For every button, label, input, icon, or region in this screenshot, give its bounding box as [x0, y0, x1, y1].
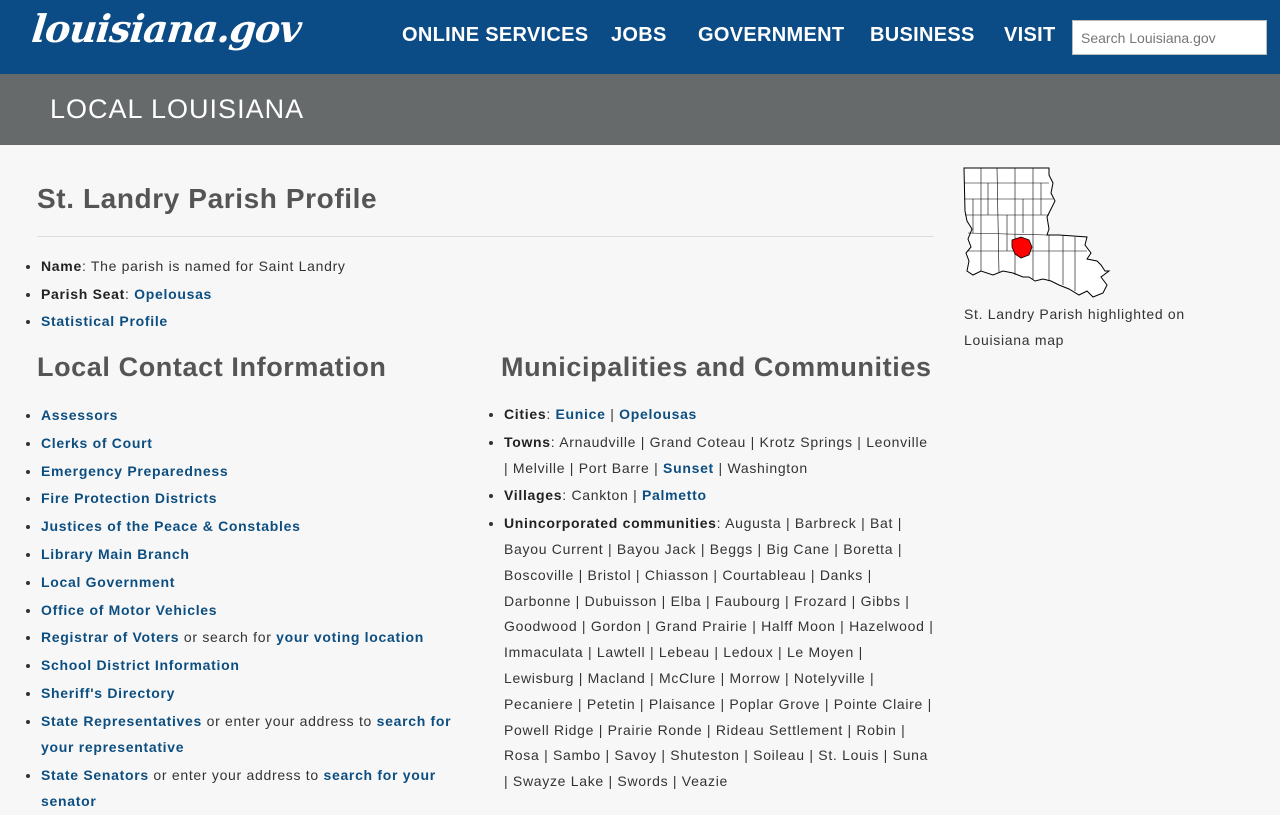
state-reps-link[interactable]: State Representatives	[41, 713, 202, 729]
registrar-link[interactable]: Registrar of Voters	[41, 629, 179, 645]
list-item: Emergency Preparedness	[41, 458, 461, 484]
city-link-opelousas[interactable]: Opelousas	[619, 406, 697, 422]
nav-visit[interactable]: VISIT	[1004, 24, 1056, 47]
registrar-text: or search for	[179, 629, 277, 646]
city-link-eunice[interactable]: Eunice	[556, 406, 606, 422]
site-header: louisiana.gov ONLINE SERVICES JOBS GOVER…	[0, 0, 1280, 74]
village-link-palmetto[interactable]: Palmetto	[642, 487, 707, 503]
parish-seat-link[interactable]: Opelousas	[134, 286, 212, 302]
fire-protection-link[interactable]: Fire Protection Districts	[41, 490, 217, 506]
local-government-link[interactable]: Local Government	[41, 574, 175, 590]
unincorporated-text: : Augusta | Barbreck | Bat | Bayou Curre…	[504, 515, 934, 790]
list-item: Library Main Branch	[41, 541, 461, 567]
profile-list: Name: The parish is named for Saint Land…	[21, 253, 921, 336]
search-input[interactable]	[1072, 20, 1267, 55]
list-item: School District Information	[41, 652, 461, 678]
assessors-link[interactable]: Assessors	[41, 407, 118, 423]
louisiana-map-image	[963, 167, 1111, 298]
library-link[interactable]: Library Main Branch	[41, 546, 190, 562]
state-senators-text: or enter your address to	[148, 766, 324, 783]
list-item: Clerks of Court	[41, 430, 461, 456]
statistical-profile-link[interactable]: Statistical Profile	[41, 313, 168, 329]
section-band: LOCAL LOUISIANA	[0, 74, 1280, 145]
state-senators-link[interactable]: State Senators	[41, 767, 149, 783]
list-item: State Senators or enter your address to …	[41, 762, 461, 814]
main-content: St. Landry Parish Profile Name: The pari…	[0, 145, 1280, 809]
louisiana-map	[963, 167, 1115, 300]
town-link-sunset[interactable]: Sunset	[663, 460, 714, 476]
unincorporated-label: Unincorporated communities	[504, 515, 717, 532]
municipalities-heading: Municipalities and Communities	[501, 352, 932, 382]
divider	[37, 236, 934, 237]
list-item: Office of Motor Vehicles	[41, 597, 461, 623]
map-caption: St. Landry Parish highlighted on Louisia…	[964, 306, 1185, 348]
sheriff-link[interactable]: Sheriff's Directory	[41, 685, 175, 701]
clerks-of-court-link[interactable]: Clerks of Court	[41, 435, 153, 451]
list-item: State Representatives or enter your addr…	[41, 708, 461, 760]
list-item: Name: The parish is named for Saint Land…	[41, 253, 921, 281]
list-item: Assessors	[41, 402, 461, 428]
louisiana-gov-logo[interactable]: louisiana.gov	[30, 6, 304, 51]
list-item: Local Government	[41, 569, 461, 595]
name-value: : The parish is named for Saint Landry	[81, 258, 346, 274]
villages-text: : Cankton |	[562, 487, 643, 504]
justices-of-peace-link[interactable]: Justices of the Peace & Constables	[41, 518, 301, 534]
list-item: Cities: Eunice | Opelousas	[504, 402, 934, 428]
name-label: Name	[41, 258, 82, 274]
school-district-link[interactable]: School District Information	[41, 657, 240, 673]
municipalities-list: Cities: Eunice | Opelousas Towns: Arnaud…	[484, 402, 934, 797]
list-item: Statistical Profile	[41, 308, 921, 336]
parish-seat-label: Parish Seat	[41, 285, 125, 302]
list-item: Towns: Arnaudville | Grand Coteau | Krot…	[504, 430, 934, 482]
list-item: Unincorporated communities: Augusta | Ba…	[504, 511, 934, 795]
motor-vehicles-link[interactable]: Office of Motor Vehicles	[41, 602, 217, 618]
list-item: Registrar of Voters or search for your v…	[41, 624, 461, 650]
state-reps-text: or enter your address to	[202, 712, 377, 729]
contact-list: Assessors Clerks of Court Emergency Prep…	[21, 402, 461, 815]
nav-government[interactable]: GOVERNMENT	[698, 24, 844, 47]
contact-heading: Local Contact Information	[37, 352, 387, 382]
villages-label: Villages	[504, 487, 563, 504]
nav-business[interactable]: BUSINESS	[870, 24, 975, 47]
emergency-preparedness-link[interactable]: Emergency Preparedness	[41, 463, 228, 479]
list-item: Fire Protection Districts	[41, 485, 461, 511]
nav-online-services[interactable]: ONLINE SERVICES	[402, 24, 588, 47]
section-title: LOCAL LOUISIANA	[50, 94, 305, 124]
page-title: St. Landry Parish Profile	[37, 183, 378, 214]
nav-jobs[interactable]: JOBS	[611, 24, 667, 47]
towns-text-end: | Washington	[713, 459, 808, 476]
cities-label: Cities	[504, 406, 547, 422]
list-item: Justices of the Peace & Constables	[41, 513, 461, 539]
voting-location-link[interactable]: your voting location	[276, 629, 424, 645]
towns-label: Towns	[504, 433, 551, 450]
list-item: Sheriff's Directory	[41, 680, 461, 706]
list-item: Villages: Cankton | Palmetto	[504, 483, 934, 509]
list-item: Parish Seat: Opelousas	[41, 281, 921, 309]
